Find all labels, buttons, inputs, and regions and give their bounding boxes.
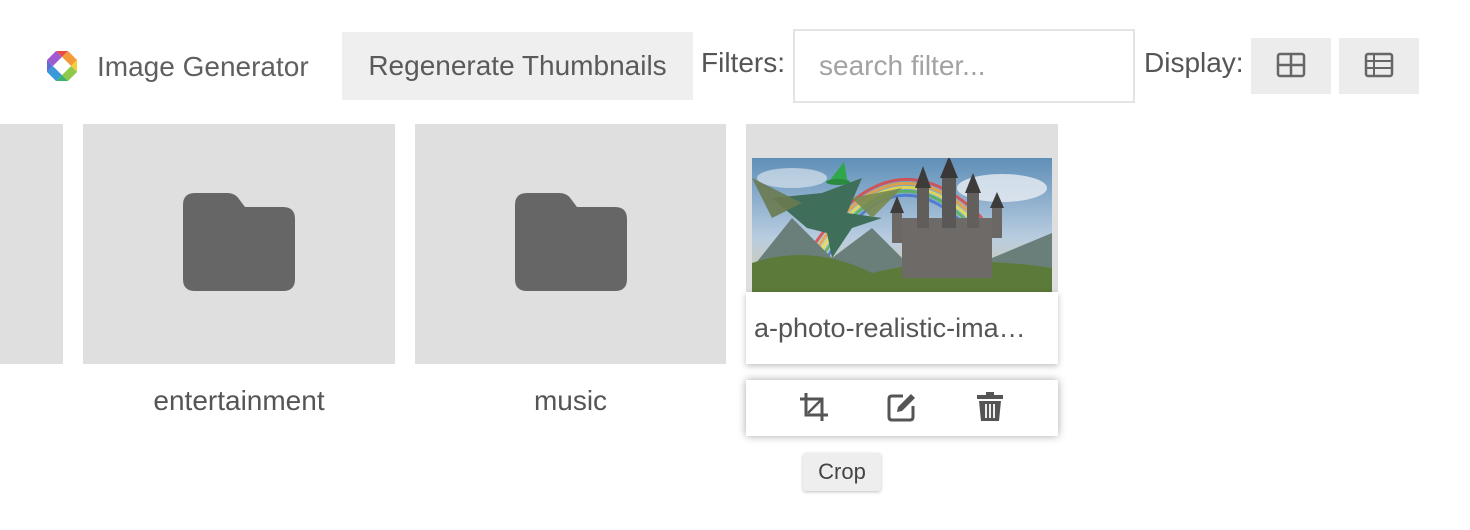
crop-tooltip: Crop <box>803 453 881 491</box>
folder-tile-entertainment[interactable] <box>83 124 395 364</box>
toolbar: Image Generator Regenerate Thumbnails Fi… <box>0 0 1470 110</box>
delete-button[interactable] <box>974 391 1006 425</box>
image-name-label: a-photo-realistic-ima… <box>746 292 1058 364</box>
crop-button[interactable] <box>798 392 830 424</box>
image-name-text: a-photo-realistic-ima… <box>754 312 1026 343</box>
edit-button[interactable] <box>886 392 918 424</box>
image-tile[interactable]: a-photo-realistic-ima… <box>746 124 1058 364</box>
folder-tile-music[interactable] <box>415 124 726 364</box>
search-filter-input[interactable] <box>793 29 1135 103</box>
image-thumbnail <box>752 158 1052 292</box>
folder-name: entertainment <box>153 385 325 416</box>
display-label: Display: <box>1144 47 1244 78</box>
folder-tile-partial[interactable] <box>0 124 63 364</box>
folder-icon <box>183 192 295 296</box>
list-view-button[interactable] <box>1339 38 1419 94</box>
grid-view-icon <box>1276 52 1306 81</box>
edit-icon <box>887 392 917 425</box>
folder-icon <box>514 192 627 296</box>
folder-name: music <box>533 385 608 416</box>
filters-label: Filters: <box>701 47 785 78</box>
grid-view-button[interactable] <box>1251 38 1331 94</box>
list-view-icon <box>1364 52 1394 81</box>
trash-icon <box>977 391 1003 425</box>
crop-icon <box>799 392 829 425</box>
regenerate-thumbnails-button[interactable]: Regenerate Thumbnails <box>342 32 693 100</box>
image-actions-bar <box>746 380 1058 436</box>
app-title: Image Generator <box>97 51 309 82</box>
app-logo-icon <box>46 50 78 82</box>
